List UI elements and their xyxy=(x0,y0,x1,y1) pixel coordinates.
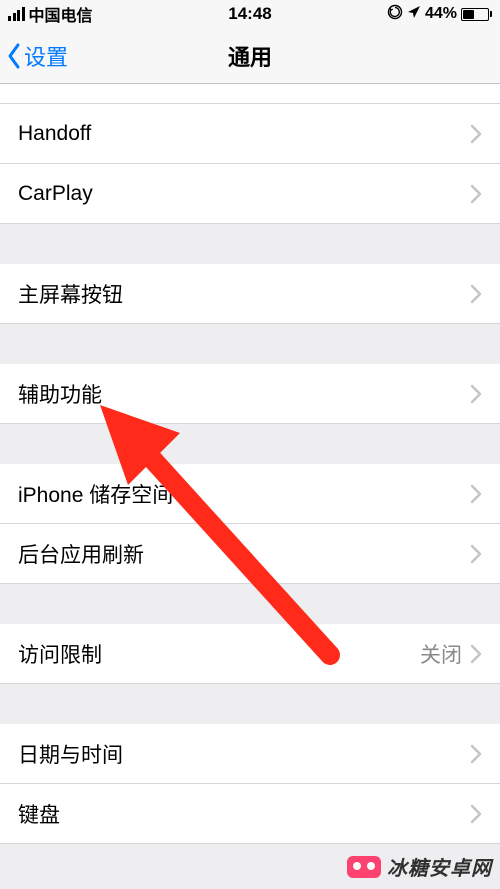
chevron-right-icon xyxy=(470,744,482,764)
watermark-text: 冰糖安卓网 xyxy=(387,852,492,881)
cell-carplay[interactable]: CarPlay xyxy=(0,164,500,224)
cell-date-time[interactable]: 日期与时间 xyxy=(0,724,500,784)
status-bar: 中国电信 14:48 44% xyxy=(0,0,500,28)
chevron-right-icon xyxy=(470,384,482,404)
chevron-right-icon xyxy=(470,284,482,304)
section-gap xyxy=(0,324,500,364)
cell-accessibility[interactable]: 辅助功能 xyxy=(0,364,500,424)
chevron-right-icon xyxy=(470,544,482,564)
signal-strength-icon xyxy=(8,7,25,21)
cell-label: 辅助功能 xyxy=(18,379,102,409)
cell-bg-app-refresh[interactable]: 后台应用刷新 xyxy=(0,524,500,584)
status-time: 14:48 xyxy=(228,4,271,24)
section-gap xyxy=(0,584,500,624)
section-gap xyxy=(0,424,500,464)
cell-label: Handoff xyxy=(18,122,91,146)
chevron-right-icon xyxy=(470,644,482,664)
partial-row-top xyxy=(0,84,500,104)
section-gap xyxy=(0,684,500,724)
location-icon xyxy=(407,5,421,24)
rotation-lock-icon xyxy=(387,4,403,25)
chevron-right-icon xyxy=(470,124,482,144)
cell-label: 访问限制 xyxy=(18,639,102,669)
cell-label: 后台应用刷新 xyxy=(18,539,144,569)
status-left: 中国电信 xyxy=(8,2,93,26)
cell-label: CarPlay xyxy=(18,182,93,206)
chevron-right-icon xyxy=(470,184,482,204)
cell-restrictions[interactable]: 访问限制 关闭 xyxy=(0,624,500,684)
cell-label: iPhone 储存空间 xyxy=(18,479,173,509)
battery-icon xyxy=(461,8,492,21)
chevron-right-icon xyxy=(470,804,482,824)
cell-label: 主屏幕按钮 xyxy=(18,279,123,309)
back-label: 设置 xyxy=(24,40,68,72)
chevron-left-icon xyxy=(6,42,22,70)
page-title: 通用 xyxy=(228,40,272,72)
watermark-logo-icon xyxy=(347,856,381,878)
section-gap xyxy=(0,224,500,264)
cell-label: 日期与时间 xyxy=(18,739,123,769)
cell-detail: 关闭 xyxy=(420,639,462,669)
nav-bar: 设置 通用 xyxy=(0,28,500,84)
cell-label: 键盘 xyxy=(18,799,60,829)
carrier-label: 中国电信 xyxy=(29,2,93,26)
battery-pct: 44% xyxy=(425,5,457,23)
back-button[interactable]: 设置 xyxy=(0,40,68,72)
cell-iphone-storage[interactable]: iPhone 储存空间 xyxy=(0,464,500,524)
cell-home-button[interactable]: 主屏幕按钮 xyxy=(0,264,500,324)
chevron-right-icon xyxy=(470,484,482,504)
watermark: 冰糖安卓网 xyxy=(347,852,492,881)
cell-keyboard[interactable]: 键盘 xyxy=(0,784,500,844)
cell-handoff[interactable]: Handoff xyxy=(0,104,500,164)
status-right: 44% xyxy=(387,4,492,25)
